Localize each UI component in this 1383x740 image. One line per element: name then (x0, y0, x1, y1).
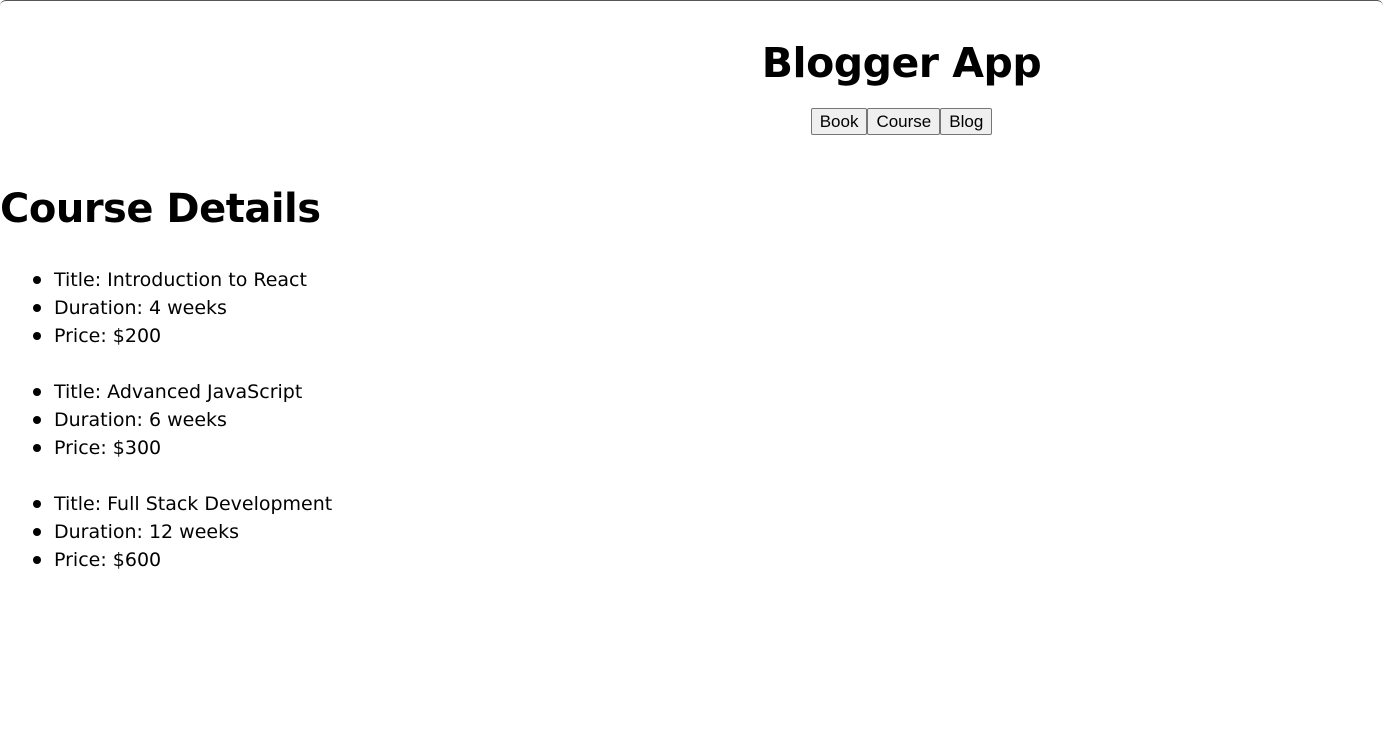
blog-button[interactable]: Blog (940, 108, 993, 135)
course-price-item: Price: $200 (33, 322, 332, 350)
bullet-icon (33, 416, 41, 424)
app-title: Blogger App (761, 39, 1042, 87)
app-header: Blogger App Book Course Blog (420, 37, 1383, 135)
course-duration: Duration: 4 weeks (54, 297, 227, 319)
course-duration-item: Duration: 12 weeks (33, 518, 332, 546)
bullet-icon (33, 528, 41, 536)
course-title: Title: Full Stack Development (54, 493, 333, 515)
course-title-item: Title: Advanced JavaScript (33, 378, 332, 406)
course-button[interactable]: Course (867, 108, 941, 135)
course-lists: Title: Introduction to React Duration: 4… (0, 266, 332, 602)
bullet-icon (33, 556, 41, 564)
course-duration-item: Duration: 4 weeks (33, 294, 332, 322)
course-list: Title: Introduction to React Duration: 4… (0, 266, 332, 350)
course-title: Title: Advanced JavaScript (54, 381, 303, 403)
bullet-icon (33, 332, 41, 340)
course-list: Title: Full Stack Development Duration: … (0, 490, 332, 574)
course-title: Title: Introduction to React (54, 269, 307, 291)
course-price: Price: $300 (54, 437, 162, 459)
book-button[interactable]: Book (810, 108, 868, 135)
page: Blogger App Book Course Blog Course Deta… (0, 0, 1383, 740)
bullet-icon (33, 500, 41, 508)
course-price: Price: $200 (54, 325, 162, 347)
course-list: Title: Advanced JavaScript Duration: 6 w… (0, 378, 332, 462)
course-price-item: Price: $300 (33, 434, 332, 462)
course-details-heading: Course Details (0, 186, 321, 232)
course-duration: Duration: 12 weeks (54, 521, 239, 543)
nav-bar: Book Course Blog (420, 108, 1383, 135)
course-price-item: Price: $600 (33, 546, 332, 574)
course-title-item: Title: Full Stack Development (33, 490, 333, 518)
course-duration-item: Duration: 6 weeks (33, 406, 332, 434)
bullet-icon (33, 388, 41, 396)
bullet-icon (33, 304, 41, 312)
bullet-icon (33, 276, 41, 284)
course-price: Price: $600 (54, 549, 162, 571)
bullet-icon (33, 444, 41, 452)
course-title-item: Title: Introduction to React (33, 266, 332, 294)
course-duration: Duration: 6 weeks (54, 409, 227, 431)
